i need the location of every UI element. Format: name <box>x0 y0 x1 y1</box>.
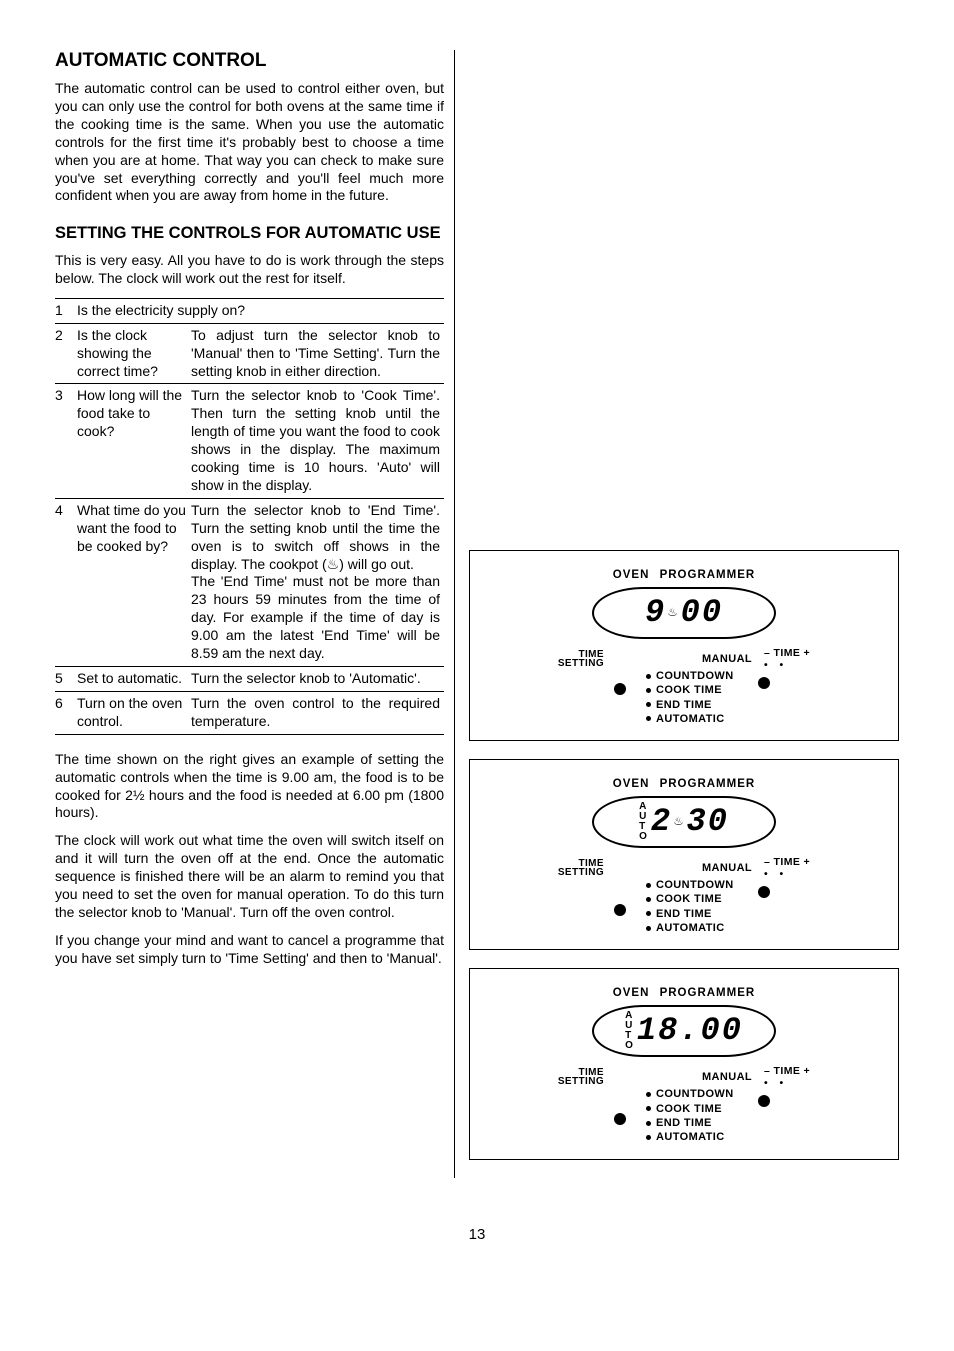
cook-time-label: COOK TIME <box>646 1102 814 1116</box>
table-row: 6Turn on the oven control.Turn the oven … <box>55 691 444 734</box>
step-answer: To adjust turn the selector knob to 'Man… <box>191 323 444 384</box>
display-value: 18.00 <box>637 1015 743 1047</box>
step-question: Is the clock showing the correct time? <box>77 323 191 384</box>
selector-dot-left <box>614 1113 626 1125</box>
automatic-label: AUTOMATIC <box>646 1130 814 1144</box>
selector-dot-left <box>614 683 626 695</box>
example-paragraph-3: If you change your mind and want to canc… <box>55 932 444 968</box>
subintro-paragraph: This is very easy. All you have to do is… <box>55 252 444 288</box>
example-paragraph-1: The time shown on the right gives an exa… <box>55 751 444 823</box>
panel-title: OVEN PROGRAMMER <box>613 569 755 581</box>
time-plus-minus-label: – TIME +• • <box>764 856 814 880</box>
panel-title: OVEN PROGRAMMER <box>613 778 755 790</box>
step-question: Set to automatic. <box>77 667 191 692</box>
oven-programmer-panel: OVEN PROGRAMMER 9♨00 TIMESETTINGMANUAL– TI… <box>469 550 899 741</box>
step-answer: Turn the selector knob to 'End Time'. Tu… <box>191 498 444 666</box>
time-plus-minus-label: – TIME +• • <box>764 1065 814 1089</box>
intro-paragraph: The automatic control can be used to con… <box>55 80 444 205</box>
countdown-label: COUNTDOWN <box>646 1087 814 1101</box>
example-paragraph-2: The clock will work out what time the ov… <box>55 832 444 922</box>
automatic-label: AUTOMATIC <box>646 921 814 935</box>
cook-time-label: COOK TIME <box>646 683 814 697</box>
time-setting-label: TIMESETTING <box>554 859 604 878</box>
step-number: 3 <box>55 384 77 498</box>
table-row: 4What time do you want the food to be co… <box>55 498 444 666</box>
time-plus-minus-label: – TIME +• • <box>764 647 814 671</box>
step-question: How long will the food take to cook? <box>77 384 191 498</box>
display-oval: 9♨00 <box>592 587 776 639</box>
cookpot-icon: ♨ <box>674 815 684 829</box>
step-answer: Turn the selector knob to 'Cook Time'. T… <box>191 384 444 498</box>
automatic-label: AUTOMATIC <box>646 712 814 726</box>
panel-labels: TIMESETTINGMANUAL– TIME +• •COUNTDOWNCOO… <box>554 1065 814 1144</box>
page-title: AUTOMATIC CONTROL <box>55 50 444 72</box>
step-number: 1 <box>55 298 77 323</box>
selector-dot-left <box>614 904 626 916</box>
cook-time-label: COOK TIME <box>646 892 814 906</box>
panel-labels: TIMESETTINGMANUAL– TIME +• •COUNTDOWNCOO… <box>554 647 814 726</box>
display-value: 9♨00 <box>645 597 723 629</box>
table-row: 5Set to automatic.Turn the selector knob… <box>55 667 444 692</box>
step-number: 4 <box>55 498 77 666</box>
display-oval: AUTO 2♨30 <box>592 796 776 848</box>
end-time-label: END TIME <box>646 907 814 921</box>
oven-programmer-panel: OVEN PROGRAMMER AUTO 18.00 TIMESETTINGMANUA… <box>469 968 899 1159</box>
auto-indicator: AUTO <box>639 802 647 842</box>
table-row: 3How long will the food take to cook?Tur… <box>55 384 444 498</box>
step-number: 5 <box>55 667 77 692</box>
steps-table: 1Is the electricity supply on?2Is the cl… <box>55 298 444 735</box>
time-setting-label: TIMESETTING <box>554 1068 604 1087</box>
step-number: 6 <box>55 691 77 734</box>
panel-labels: TIMESETTINGMANUAL– TIME +• •COUNTDOWNCOO… <box>554 856 814 935</box>
step-question: Is the electricity supply on? <box>77 298 444 323</box>
auto-indicator: AUTO <box>625 1011 633 1051</box>
end-time-label: END TIME <box>646 1116 814 1130</box>
step-answer: Turn the oven control to the required te… <box>191 691 444 734</box>
countdown-label: COUNTDOWN <box>646 669 814 683</box>
display-oval: AUTO 18.00 <box>592 1005 776 1057</box>
section-subtitle: SETTING THE CONTROLS FOR AUTOMATIC USE <box>55 223 444 244</box>
time-setting-label: TIMESETTING <box>554 650 604 669</box>
oven-programmer-panel: OVEN PROGRAMMER AUTO 2♨30 TIMESETTINGMANUAL… <box>469 759 899 950</box>
countdown-label: COUNTDOWN <box>646 878 814 892</box>
table-row: 1Is the electricity supply on? <box>55 298 444 323</box>
step-number: 2 <box>55 323 77 384</box>
step-answer: Turn the selector knob to 'Automatic'. <box>191 667 444 692</box>
end-time-label: END TIME <box>646 698 814 712</box>
selector-dot-right <box>758 677 770 689</box>
step-question: Turn on the oven control. <box>77 691 191 734</box>
display-value: 2♨30 <box>651 806 729 838</box>
cookpot-icon: ♨ <box>668 606 678 620</box>
table-row: 2Is the clock showing the correct time?T… <box>55 323 444 384</box>
panel-title: OVEN PROGRAMMER <box>613 987 755 999</box>
page-number: 13 <box>0 1208 954 1255</box>
step-question: What time do you want the food to be coo… <box>77 498 191 666</box>
